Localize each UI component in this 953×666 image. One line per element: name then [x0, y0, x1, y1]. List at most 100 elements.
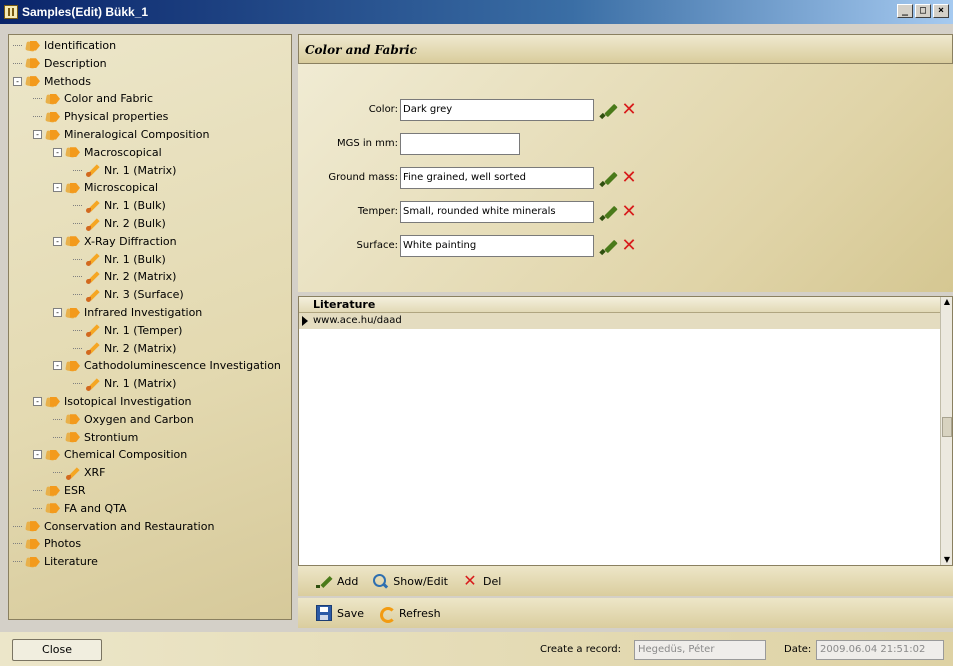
edit-color-icon[interactable] — [598, 100, 618, 120]
delete-temper-icon[interactable]: ✕ — [620, 203, 638, 221]
folder-icon — [66, 413, 80, 425]
tree-item[interactable]: FA and QTA — [33, 500, 127, 517]
scroll-thumb[interactable] — [942, 417, 952, 437]
tree-connector — [73, 347, 82, 349]
folder-icon — [46, 93, 60, 105]
tree-item[interactable]: Photos — [13, 535, 81, 552]
row-indicator-icon — [302, 316, 308, 326]
collapse-icon[interactable]: - — [33, 450, 42, 460]
add-label: Add — [337, 574, 359, 588]
close-window-button[interactable]: × — [933, 4, 949, 18]
mgs-label: MGS in mm: — [336, 138, 398, 149]
surface-field[interactable]: White painting — [400, 235, 594, 257]
literature-grid[interactable]: Literature www.ace.hu/daad ▲ ▼ — [298, 296, 953, 566]
collapse-icon[interactable]: - — [33, 130, 42, 139]
refresh-button[interactable]: Refresh — [378, 605, 441, 623]
save-button[interactable]: Save — [316, 605, 364, 621]
tree-item[interactable]: Nr. 1 (Matrix) — [73, 162, 176, 179]
color-field[interactable]: Dark grey — [400, 99, 594, 121]
edit-surface-icon[interactable] — [598, 236, 618, 256]
record-toolbar: Save Refresh — [298, 598, 953, 628]
scroll-down-icon[interactable]: ▼ — [942, 555, 952, 565]
mgs-field[interactable] — [400, 133, 520, 155]
maximize-button[interactable]: □ — [915, 4, 931, 18]
tree-item-label: Chemical Composition — [64, 448, 188, 462]
tree-item[interactable]: Physical properties — [33, 108, 168, 125]
tree-item[interactable]: - X-Ray Diffraction — [53, 233, 177, 250]
scroll-up-icon[interactable]: ▲ — [942, 297, 952, 307]
tree-item[interactable]: ESR — [33, 482, 86, 499]
minimize-button[interactable]: _ — [897, 4, 913, 18]
grid-column-header[interactable]: Literature — [299, 297, 941, 313]
tree-item-label: Strontium — [84, 430, 139, 444]
tree-item[interactable]: - Chemical Composition — [33, 446, 187, 463]
collapse-icon[interactable]: - — [53, 236, 62, 246]
tree-connector — [33, 98, 42, 100]
delete-ground-mass-icon[interactable]: ✕ — [620, 169, 638, 187]
tree-item[interactable]: Oxygen and Carbon — [53, 411, 194, 428]
tree-item[interactable]: Strontium — [53, 429, 138, 446]
create-record-label: Create a record: — [540, 644, 622, 655]
folder-icon — [26, 40, 40, 52]
tree-item[interactable]: Nr. 2 (Matrix) — [73, 268, 176, 285]
tree-connector — [53, 436, 62, 438]
tree-item-label: Nr. 3 (Surface) — [104, 288, 184, 302]
grid-cell[interactable]: www.ace.hu/daad — [313, 315, 402, 326]
window-title: Samples(Edit) Bükk_1 — [22, 5, 149, 19]
edit-temper-icon[interactable] — [598, 202, 618, 222]
tree-item[interactable]: XRF — [53, 464, 106, 481]
tree-item[interactable]: Literature — [13, 553, 98, 570]
status-bar: Close Create a record: Hegedüs, Péter Da… — [0, 632, 953, 666]
ground-mass-field[interactable]: Fine grained, well sorted — [400, 167, 594, 189]
show-edit-button[interactable]: Show/Edit — [372, 573, 448, 589]
tree-item[interactable]: - Isotopical Investigation — [33, 393, 192, 410]
collapse-icon[interactable]: - — [53, 308, 62, 317]
tree-item[interactable]: Identification — [13, 37, 116, 54]
tree-item[interactable]: Nr. 1 (Bulk) — [73, 197, 166, 214]
tree-item-label: Identification — [44, 39, 117, 52]
add-button[interactable]: Add — [316, 573, 358, 589]
tree-item[interactable]: Nr. 2 (Matrix) — [73, 340, 176, 357]
collapse-icon[interactable]: - — [53, 361, 62, 371]
edit-ground-mass-icon[interactable] — [598, 168, 618, 188]
delete-surface-icon[interactable]: ✕ — [620, 237, 638, 255]
tree-item[interactable]: Color and Fabric — [33, 90, 153, 107]
tree-item[interactable]: - Cathodoluminescence Investigation — [53, 357, 281, 374]
collapse-icon[interactable]: - — [33, 397, 42, 406]
tree-connector — [73, 294, 82, 296]
tree-item[interactable]: - Methods — [13, 73, 91, 90]
tree-item[interactable]: Nr. 1 (Matrix) — [73, 375, 176, 392]
tree-item[interactable]: Conservation and Restauration — [13, 518, 214, 535]
tree-connector — [73, 258, 82, 260]
delete-button[interactable]: ✕ Del — [462, 573, 501, 589]
tree-item[interactable]: - Infrared Investigation — [53, 304, 202, 321]
tree-item[interactable]: Description — [13, 55, 107, 72]
tree-item[interactable]: - Microscopical — [53, 179, 158, 196]
tree-item[interactable]: Nr. 2 (Bulk) — [73, 215, 166, 232]
grid-toolbar: Add Show/Edit ✕ Del — [298, 566, 953, 596]
table-row[interactable]: www.ace.hu/daad — [299, 313, 941, 329]
collapse-icon[interactable]: - — [53, 147, 62, 157]
folder-icon — [66, 431, 80, 443]
tree-item-label: Nr. 2 (Matrix) — [104, 341, 177, 355]
tree-item-label: Oxygen and Carbon — [84, 412, 194, 426]
collapse-icon[interactable]: - — [53, 183, 62, 193]
close-button[interactable]: Close — [12, 639, 102, 661]
tree-item[interactable]: Nr. 1 (Temper) — [73, 322, 182, 339]
app-icon — [4, 5, 18, 19]
color-label: Color: — [368, 104, 398, 115]
folder-icon — [66, 360, 80, 372]
tree-item-label: X-Ray Diffraction — [84, 234, 177, 248]
folder-icon — [66, 307, 80, 319]
tree-item[interactable]: - Mineralogical Composition — [33, 126, 209, 143]
delete-color-icon[interactable]: ✕ — [620, 101, 638, 119]
tree-connector — [33, 507, 42, 509]
tree-connector — [53, 472, 62, 474]
tree-item[interactable]: Nr. 1 (Bulk) — [73, 251, 166, 268]
tree-item[interactable]: Nr. 3 (Surface) — [73, 286, 184, 303]
tree-item[interactable]: - Macroscopical — [53, 144, 162, 161]
show-edit-label: Show/Edit — [393, 574, 448, 588]
grid-scrollbar[interactable]: ▲ ▼ — [940, 297, 952, 565]
collapse-icon[interactable]: - — [13, 76, 22, 86]
temper-field[interactable]: Small, rounded white minerals — [400, 201, 594, 223]
